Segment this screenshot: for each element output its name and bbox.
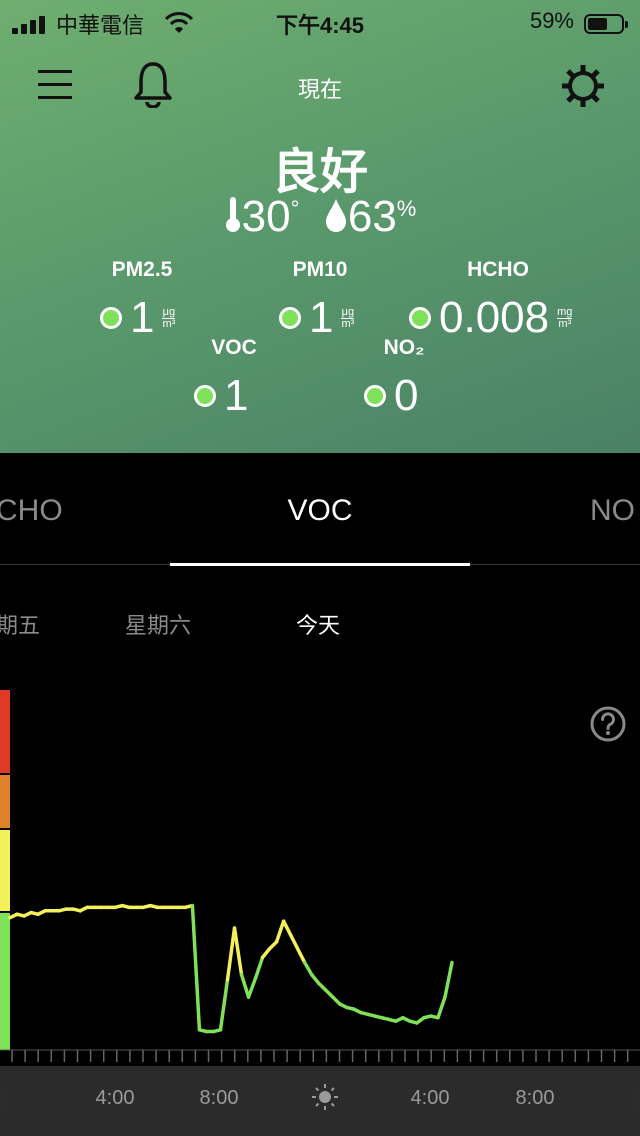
day-friday[interactable]: 期五 — [0, 608, 40, 640]
voc-value: 1 — [224, 371, 249, 420]
pm25-reading: 1 μg m³ — [100, 293, 176, 342]
no2-reading: 0 — [364, 371, 419, 420]
humidity-unit: % — [396, 196, 417, 221]
pm10-label: PM10 — [292, 258, 348, 281]
scale-red — [0, 690, 10, 773]
temperature-unit: ° — [290, 196, 300, 221]
status-bar: 中華電信 下午4:45 59% — [0, 6, 640, 38]
thermometer-icon — [225, 197, 240, 232]
x-tick-label: 8:00 — [516, 1087, 555, 1109]
series-segment — [274, 919, 286, 944]
tab-selected-indicator — [170, 563, 470, 566]
no2-label: NO₂ — [383, 336, 425, 359]
voc-chart: 4:00 8:00 4:00 8:00 — [0, 690, 640, 1136]
x-tick-label: 4:00 — [411, 1087, 450, 1109]
pollutant-tabs: CHO VOC NO — [0, 480, 640, 550]
nav-title: 現在 — [297, 77, 342, 102]
day-today[interactable]: 今天 — [296, 608, 340, 640]
pm10-value: 1 — [309, 293, 334, 342]
series-segment — [281, 919, 293, 937]
pm25-value: 1 — [130, 293, 155, 342]
pm25-unit: μg m³ — [162, 305, 176, 330]
series-segment — [225, 926, 237, 982]
series-segment — [295, 947, 307, 965]
series-segment — [218, 978, 230, 1032]
hcho-unit: mg m³ — [557, 305, 573, 330]
pm10-reading: 1 μg m³ — [279, 293, 355, 342]
battery-icon — [584, 14, 628, 34]
scale-orange — [0, 775, 10, 828]
scale-yellow — [0, 830, 10, 911]
series-segment — [288, 933, 300, 951]
x-axis-ticks — [11, 1050, 629, 1062]
series-segment — [302, 960, 314, 977]
series-segment — [443, 960, 454, 999]
voc-status-dot — [194, 385, 216, 407]
battery-percent: 59% — [529, 8, 574, 33]
voc-reading: 1 — [194, 371, 249, 420]
series-segment — [232, 926, 244, 977]
hcho-status-dot — [409, 307, 431, 329]
voc-label: VOC — [211, 336, 257, 359]
series-segment — [190, 903, 202, 1032]
series-segment — [253, 955, 265, 980]
temperature-value: 30 — [241, 192, 291, 241]
series-segment — [239, 972, 251, 999]
hcho-value: 0.008 — [439, 293, 550, 342]
gear-icon[interactable] — [560, 63, 606, 109]
scale-green — [0, 913, 10, 1050]
pm10-status-dot — [279, 307, 301, 329]
day-saturday[interactable]: 星期六 — [125, 608, 191, 640]
pm10-unit: μg m³ — [341, 305, 355, 330]
series-segment — [436, 995, 447, 1020]
tab-no2[interactable]: NO — [590, 494, 635, 528]
pm25-label: PM2.5 — [111, 258, 173, 281]
droplet-icon — [325, 199, 346, 232]
x-tick-label: 4:00 — [96, 1087, 135, 1109]
hcho-label: HCHO — [467, 258, 529, 281]
climate-readout: 30° 63% — [0, 192, 640, 242]
x-tick-label: 8:00 — [200, 1087, 239, 1109]
header-panel: 中華電信 下午4:45 59% 現在 良好 30° 63% PM2.5 1 μg… — [0, 0, 640, 453]
no2-status-dot — [364, 385, 386, 407]
hcho-reading: 0.008 mg m³ — [409, 293, 573, 342]
no2-value: 0 — [394, 371, 419, 420]
voc-series — [8, 903, 454, 1034]
pm25-status-dot — [100, 307, 122, 329]
series-segment — [246, 976, 258, 999]
tab-voc[interactable]: VOC — [0, 494, 640, 528]
humidity-value: 63 — [347, 192, 397, 241]
